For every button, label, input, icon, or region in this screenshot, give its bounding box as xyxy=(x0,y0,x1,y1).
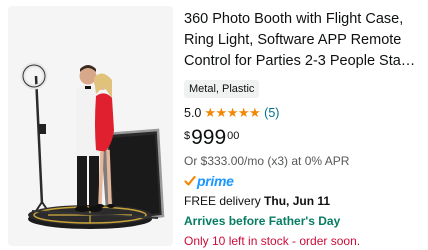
star-rating: ★ ★ ★ ★ ★ xyxy=(204,105,260,121)
review-count-link[interactable]: (5) xyxy=(264,106,279,120)
prime-label: prime xyxy=(197,173,234,189)
product-card[interactable]: 360 Photo Booth with Flight Case, Ring L… xyxy=(0,0,428,250)
rating-row[interactable]: 5.0 ★ ★ ★ ★ ★ (5) xyxy=(184,105,422,121)
price-symbol: $ xyxy=(184,130,191,142)
promo-message: Arrives before Father's Day xyxy=(184,214,341,228)
product-info: 360 Photo Booth with Flight Case, Ring L… xyxy=(184,9,422,249)
prime-badge: prime xyxy=(184,172,422,190)
product-image[interactable] xyxy=(8,6,173,246)
price: $ 999 00 xyxy=(184,127,422,151)
product-title[interactable]: 360 Photo Booth with Flight Case, Ring L… xyxy=(184,9,422,72)
star-icon: ★ xyxy=(237,105,250,120)
rating-value: 5.0 xyxy=(184,106,202,120)
stock-status: Only 10 left in stock - order soon. xyxy=(184,234,361,248)
installment-offer: Or $333.00/mo (x3) at 0% APR xyxy=(184,154,350,168)
star-icon: ★ xyxy=(226,105,239,120)
material-badge: Metal, Plastic xyxy=(184,80,260,98)
delivery-prefix: FREE delivery xyxy=(184,194,265,208)
star-icon: ★ xyxy=(215,105,228,120)
prime-check-icon xyxy=(184,175,196,186)
price-whole: 999 xyxy=(191,126,227,149)
delivery-info: FREE delivery Thu, Jun 11 xyxy=(184,193,422,209)
star-icon: ★ xyxy=(204,105,216,120)
price-fraction: 00 xyxy=(227,130,240,142)
star-icon: ★ xyxy=(249,105,261,120)
product-photo-illustration xyxy=(8,6,173,246)
delivery-date: Thu, Jun 11 xyxy=(264,194,331,208)
